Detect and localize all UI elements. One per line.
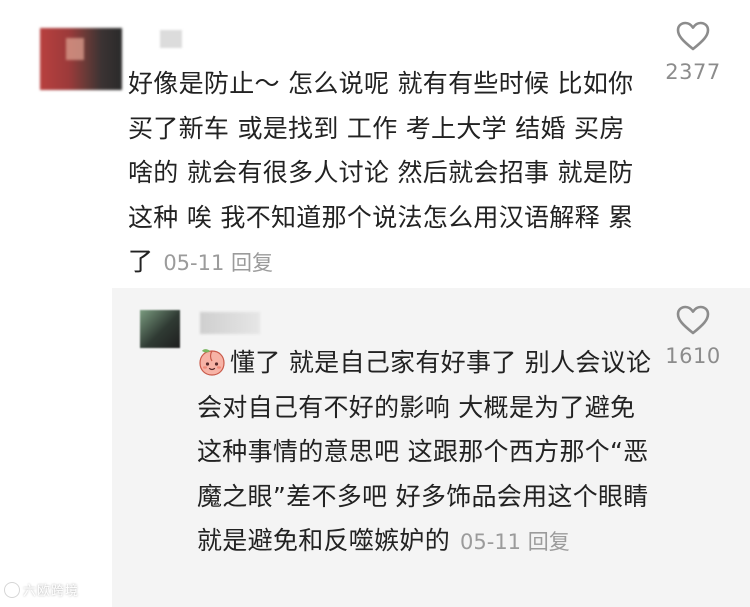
replier-username-redacted[interactable] [200, 312, 260, 334]
comment-like[interactable]: 2377 [658, 20, 728, 84]
commenter-username-redacted[interactable] [160, 30, 182, 48]
comment-like-count: 2377 [665, 60, 721, 84]
replier-avatar[interactable] [140, 310, 180, 348]
peach-face-emoji [199, 349, 225, 376]
comment-text: 好像是防止～ 怎么说呢 就有有些时候 比如你买了新车 或是找到 工作 考上大学 … [128, 69, 634, 276]
watermark-logo-icon [4, 582, 20, 598]
watermark: 六欧跨境 [4, 580, 79, 599]
reply-body: 懂了 就是自己家有好事了 别人会议论 会对自己有不好的影响 大概是为了避免这种事… [197, 341, 657, 565]
watermark-text: 六欧跨境 [23, 584, 80, 599]
reply-date: 05-11 [460, 530, 522, 554]
comment-date: 05-11 [163, 251, 225, 275]
heart-outline-icon[interactable] [675, 304, 711, 336]
comment-reply-button[interactable]: 回复 [231, 251, 273, 275]
reply-text: 懂了 就是自己家有好事了 别人会议论 会对自己有不好的影响 大概是为了避免这种事… [197, 348, 652, 555]
reply-like-count: 1610 [665, 344, 721, 368]
reply-like[interactable]: 1610 [658, 304, 728, 368]
comment-body: 好像是防止～ 怎么说呢 就有有些时候 比如你买了新车 或是找到 工作 考上大学 … [128, 62, 648, 286]
reply-reply-button[interactable]: 回复 [528, 530, 570, 554]
heart-outline-icon[interactable] [675, 20, 711, 52]
commenter-avatar[interactable] [40, 28, 122, 90]
